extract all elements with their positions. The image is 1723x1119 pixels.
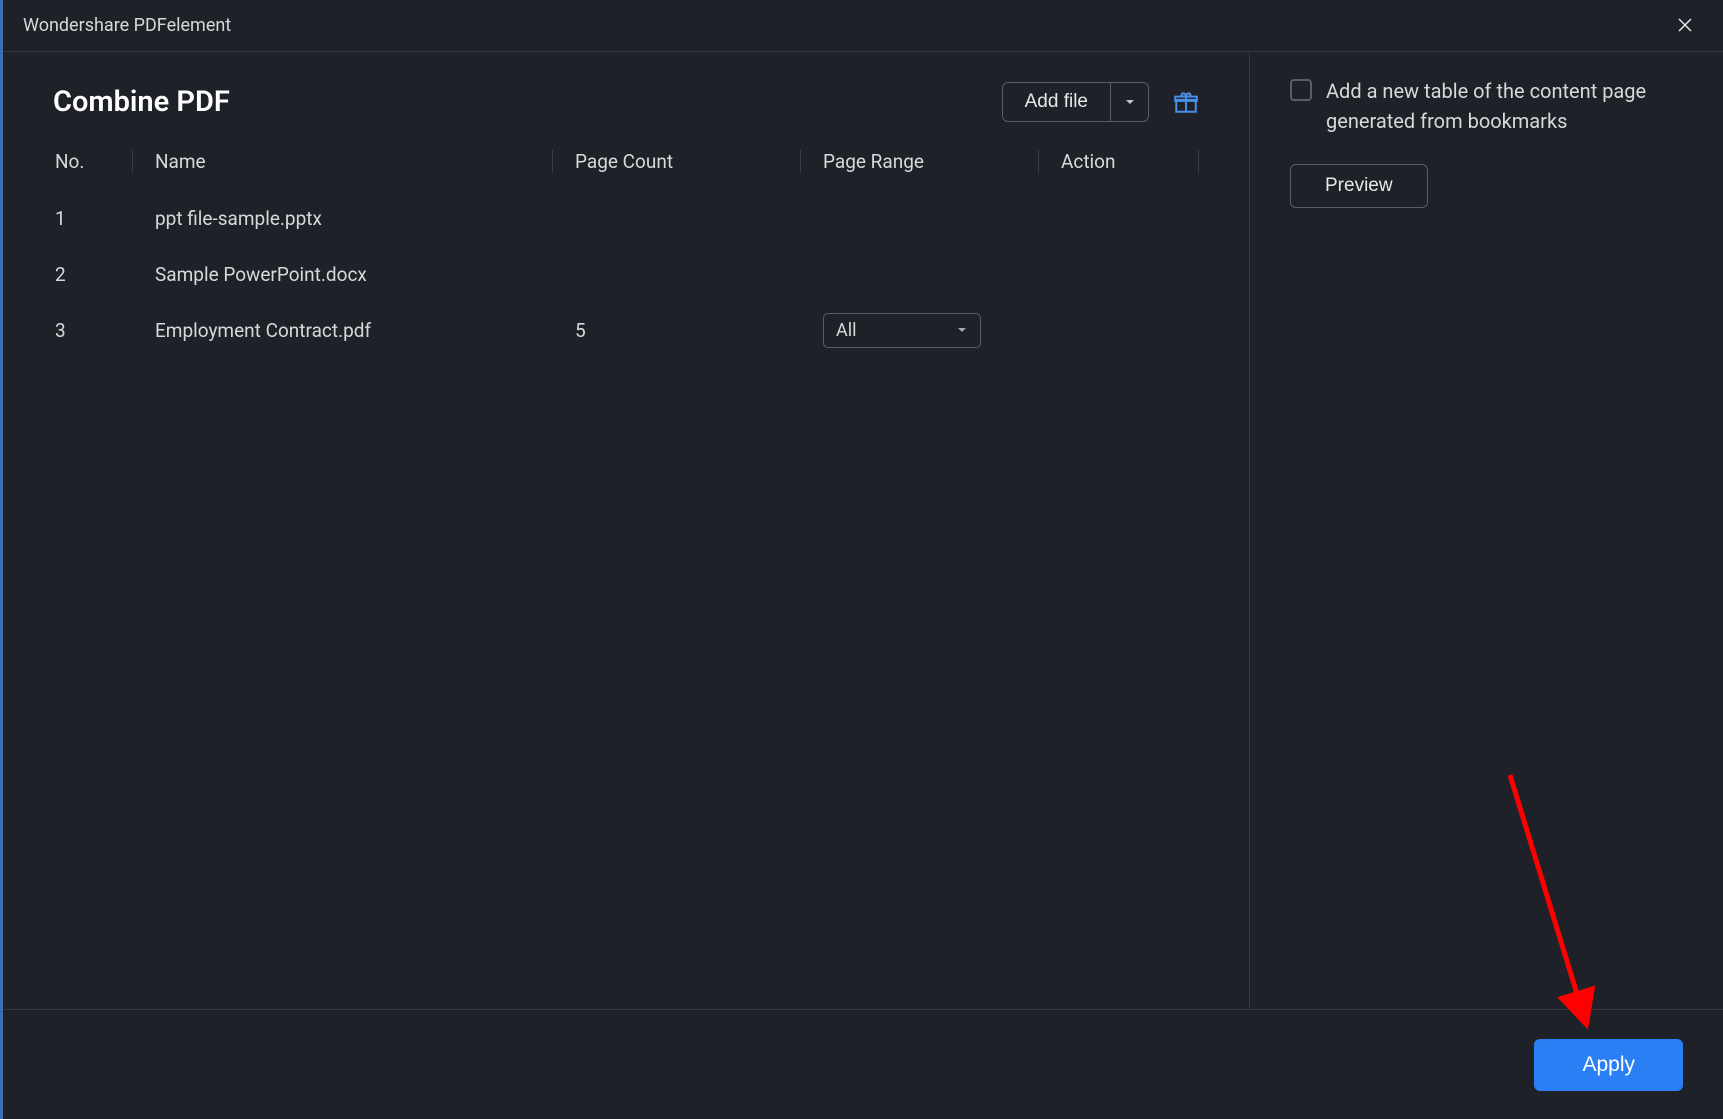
row-name: Sample PowerPoint.docx <box>133 263 553 286</box>
row-no: 2 <box>53 263 133 286</box>
row-no: 1 <box>53 207 133 230</box>
row-name: ppt file-sample.pptx <box>133 207 553 230</box>
table-row[interactable]: 2 Sample PowerPoint.docx <box>53 246 1199 302</box>
header-page-range: Page Range <box>801 150 1039 173</box>
page-title: Combine PDF <box>53 85 230 119</box>
row-no: 3 <box>53 319 133 342</box>
chevron-down-icon <box>956 324 968 336</box>
window-title: Wondershare PDFelement <box>23 15 231 36</box>
add-file-dropdown-toggle[interactable] <box>1110 83 1148 121</box>
header-actions: Add file <box>1002 82 1199 122</box>
chevron-down-icon <box>1124 96 1136 108</box>
header-page-count: Page Count <box>553 150 801 173</box>
header-no: No. <box>53 150 133 173</box>
gift-icon <box>1173 89 1199 115</box>
gift-icon-button[interactable] <box>1173 89 1199 115</box>
row-page-count: 5 <box>553 319 801 342</box>
add-file-button[interactable]: Add file <box>1003 83 1110 121</box>
body: Combine PDF Add file <box>3 52 1723 1009</box>
row-name: Employment Contract.pdf <box>133 319 553 342</box>
toc-checkbox-label: Add a new table of the content page gene… <box>1326 76 1683 136</box>
toc-checkbox[interactable] <box>1290 79 1312 101</box>
file-table: No. Name Page Count Page Range Action 1 … <box>3 134 1249 1009</box>
page-range-value: All <box>836 320 857 341</box>
add-file-group: Add file <box>1002 82 1149 122</box>
page-range-dropdown[interactable]: All <box>823 313 981 348</box>
apply-button[interactable]: Apply <box>1534 1039 1683 1091</box>
main-panel: Combine PDF Add file <box>3 52 1250 1009</box>
main-header: Combine PDF Add file <box>3 70 1249 134</box>
preview-button[interactable]: Preview <box>1290 164 1428 208</box>
header-name: Name <box>133 150 553 173</box>
footer: Apply <box>3 1009 1723 1119</box>
toc-checkbox-row: Add a new table of the content page gene… <box>1290 76 1683 136</box>
row-page-range: All <box>801 313 1039 348</box>
table-row[interactable]: 1 ppt file-sample.pptx <box>53 190 1199 246</box>
table-header: No. Name Page Count Page Range Action <box>53 134 1199 190</box>
table-row[interactable]: 3 Employment Contract.pdf 5 All <box>53 302 1199 358</box>
header-action: Action <box>1039 150 1199 173</box>
close-button[interactable] <box>1667 8 1703 44</box>
close-icon <box>1677 17 1693 33</box>
app-window: Wondershare PDFelement Combine PDF Add f… <box>0 0 1723 1119</box>
titlebar: Wondershare PDFelement <box>3 0 1723 52</box>
sidebar-panel: Add a new table of the content page gene… <box>1250 52 1723 1009</box>
